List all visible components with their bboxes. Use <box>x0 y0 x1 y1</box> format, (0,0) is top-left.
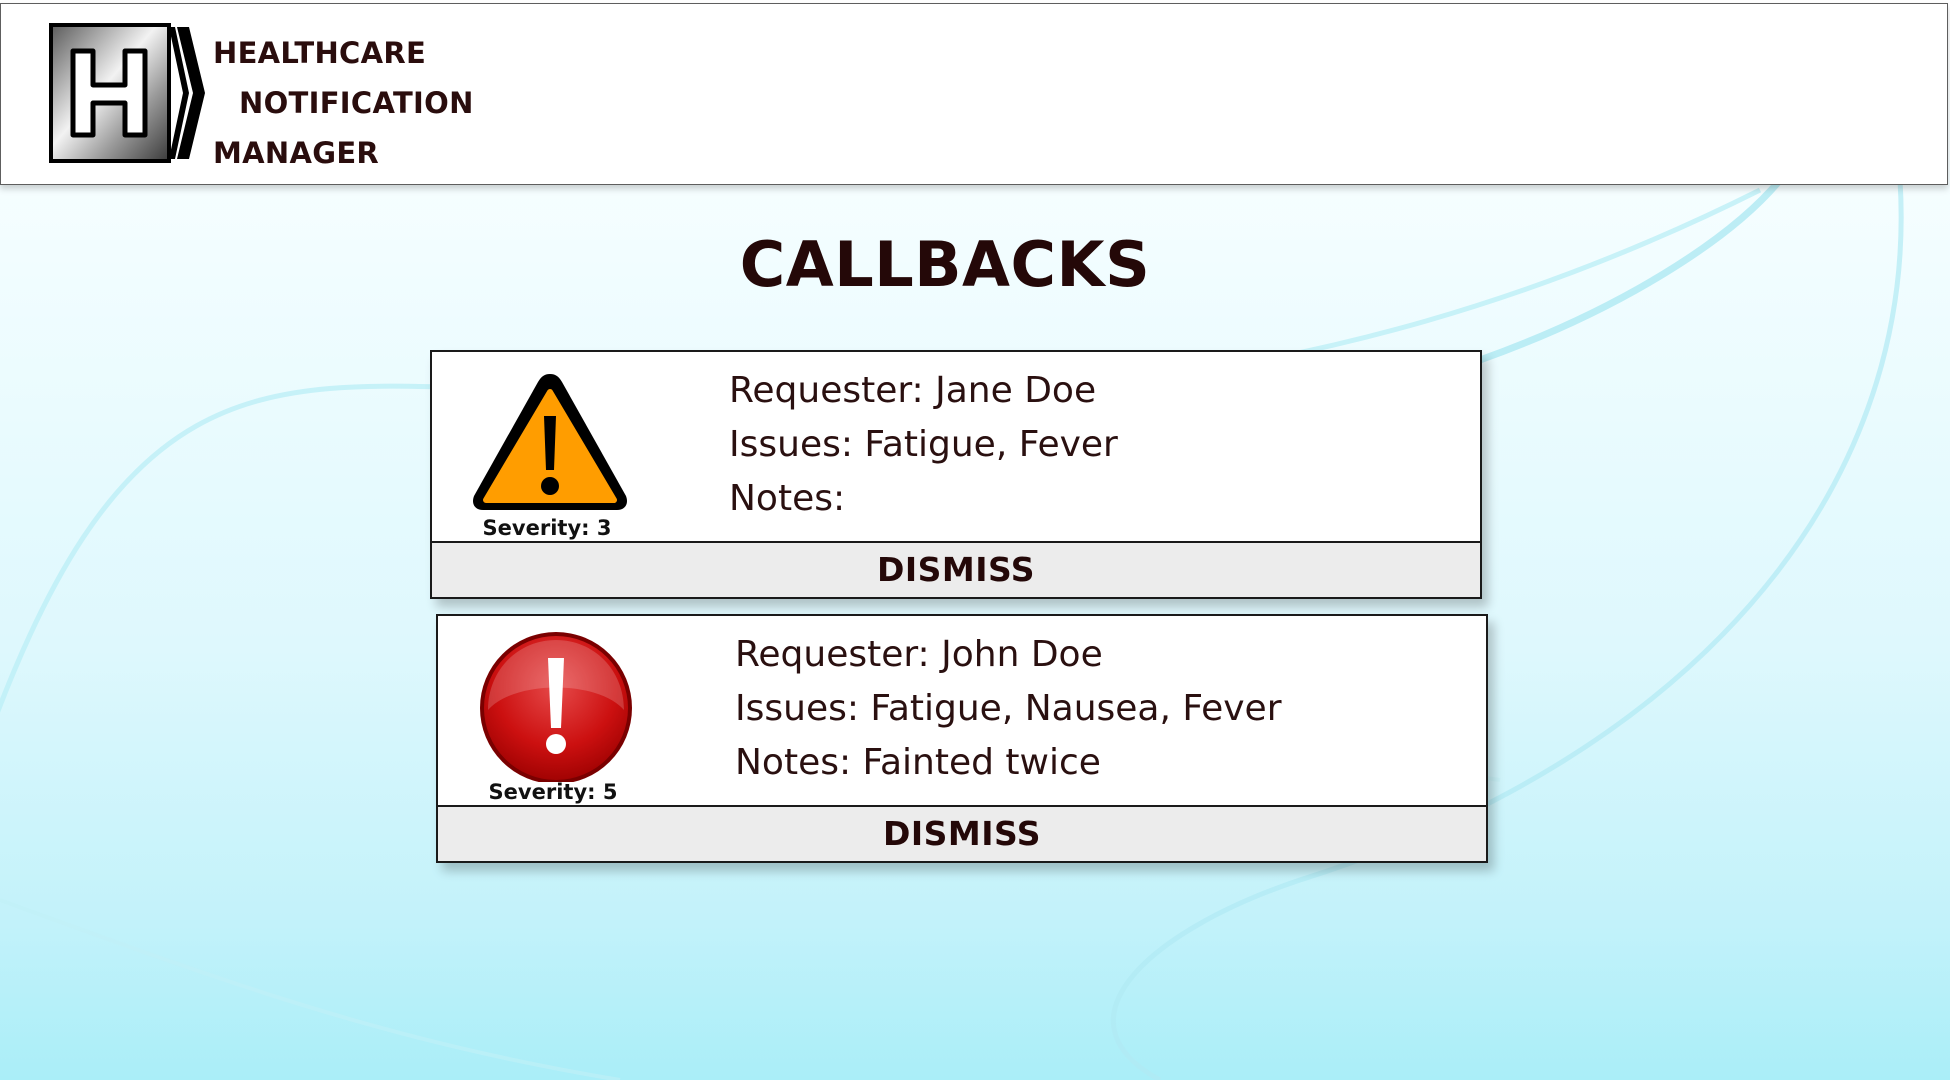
dismiss-button[interactable]: DISMISS <box>432 541 1480 597</box>
issues-text: Issues: Fatigue, Fever <box>729 424 1118 465</box>
app-header: HEALTHCARE NOTIFICATION MANAGER <box>0 3 1948 185</box>
page-title: CALLBACKS <box>739 228 1151 301</box>
callback-card: Severity: 5 Requester: John Doe Issues: … <box>436 614 1488 863</box>
issues-text: Issues: Fatigue, Nausea, Fever <box>735 688 1282 729</box>
hospital-logo-icon <box>49 23 205 163</box>
app-title-line-1: HEALTHCARE <box>213 36 427 70</box>
warning-triangle-icon <box>473 374 627 510</box>
callback-info: Requester: Jane Doe Issues: Fatigue, Fev… <box>729 364 1118 526</box>
notes-text: Notes: <box>729 478 846 519</box>
severity-label: Severity: 5 <box>488 780 618 804</box>
app-title: HEALTHCARE NOTIFICATION MANAGER <box>213 28 474 178</box>
app-title-line-2: NOTIFICATION <box>239 86 474 120</box>
alert-circle-icon <box>480 632 632 782</box>
requester-text: Requester: Jane Doe <box>729 370 1097 411</box>
callback-card: Severity: 3 Requester: Jane Doe Issues: … <box>430 350 1482 599</box>
dismiss-button[interactable]: DISMISS <box>438 805 1486 861</box>
app-title-line-3: MANAGER <box>213 136 380 170</box>
requester-text: Requester: John Doe <box>735 634 1103 675</box>
severity-label: Severity: 3 <box>482 516 612 540</box>
callback-card-body: Severity: 5 Requester: John Doe Issues: … <box>438 616 1486 806</box>
callback-info: Requester: John Doe Issues: Fatigue, Nau… <box>735 628 1282 790</box>
notes-text: Notes: Fainted twice <box>735 742 1101 783</box>
callback-card-body: Severity: 3 Requester: Jane Doe Issues: … <box>432 352 1480 542</box>
